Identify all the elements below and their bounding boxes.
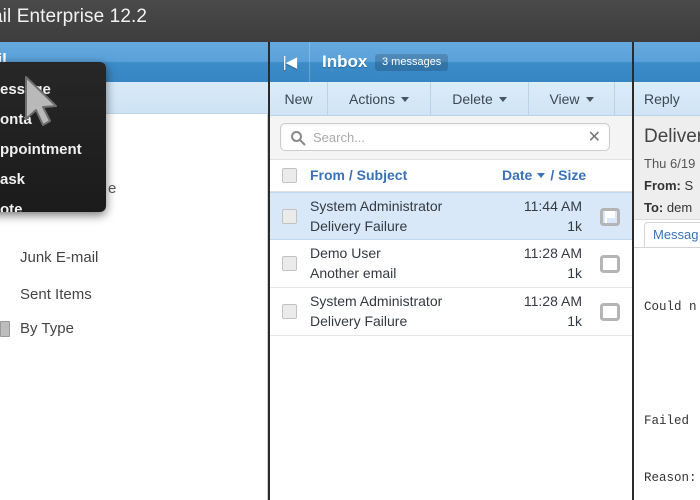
new-button[interactable]: New: [270, 82, 328, 116]
view-button[interactable]: View: [529, 82, 615, 116]
message-time: 11:28 AM: [523, 245, 582, 261]
view-grouping-icon: [0, 321, 10, 337]
page-title: Inbox: [322, 52, 368, 71]
search-input[interactable]: Search... ✕: [280, 123, 610, 151]
reading-pane: Reply Deliver Thu 6/19 From: S To: dem M…: [632, 42, 700, 500]
column-header-date-size[interactable]: Date / Size: [502, 167, 586, 183]
table-row[interactable]: Demo User Another email 11:28 AM 1k: [270, 240, 632, 288]
body-line: [644, 355, 700, 374]
column-header-size-label: / Size: [550, 167, 587, 183]
search-placeholder: Search...: [313, 130, 366, 145]
actions-button[interactable]: Actions: [328, 82, 431, 116]
message-list-toolbar: New Actions Delete View: [270, 82, 632, 116]
message-sender: Demo User: [310, 245, 381, 261]
message-to-line: To: dem: [644, 200, 692, 215]
message-list-header: |◀ Inbox 3 messages: [270, 42, 632, 82]
to-label: To:: [644, 200, 664, 215]
body-line: Reason:: [644, 471, 697, 485]
delete-button-label: Delete: [452, 91, 493, 107]
chevron-down-icon: [585, 96, 594, 102]
message-time: 11:28 AM: [523, 293, 582, 309]
view-button-label: View: [549, 91, 580, 107]
new-item-dropdown-menu[interactable]: essage onta ppointment ask ote: [0, 62, 106, 212]
clear-search-icon[interactable]: ✕: [588, 128, 601, 148]
sidebar-item-junk-email[interactable]: Junk E-mail: [20, 249, 98, 266]
collapse-left-icon: |◀: [282, 54, 297, 71]
message-size: 1k: [567, 313, 582, 329]
message-list: System Administrator Delivery Failure 11…: [270, 192, 632, 500]
table-row[interactable]: System Administrator Delivery Failure 11…: [270, 288, 632, 336]
row-checkbox[interactable]: [282, 304, 297, 319]
message-subject-heading: Deliver: [644, 126, 700, 147]
reading-pane-tabbar: Messag: [634, 220, 700, 248]
application-window: ail Enterprise 12.2 ail e Junk E-mail Se…: [0, 0, 700, 500]
body-line: Could n: [644, 300, 697, 314]
delete-button[interactable]: Delete: [431, 82, 529, 116]
from-label: From:: [644, 178, 681, 193]
chevron-down-icon: [400, 96, 409, 102]
message-sender: System Administrator: [310, 198, 443, 214]
menu-item-task[interactable]: ask: [0, 171, 25, 188]
flag-icon[interactable]: [600, 302, 620, 322]
message-header-block: Deliver Thu 6/19 From: S To: dem: [634, 116, 700, 220]
message-subject: Another email: [310, 265, 397, 281]
row-checkbox[interactable]: [282, 256, 297, 271]
message-size: 1k: [567, 265, 582, 281]
collapse-sidebar-button[interactable]: |◀: [270, 42, 310, 82]
sort-descending-icon: [537, 172, 546, 178]
message-sender: System Administrator: [310, 293, 443, 309]
flag-icon[interactable]: [600, 254, 620, 274]
select-all-checkbox[interactable]: [282, 168, 297, 183]
sidebar-item-by-type[interactable]: By Type: [20, 320, 74, 337]
body-line: Failed: [644, 414, 697, 428]
message-subject: Delivery Failure: [310, 313, 408, 329]
tab-message[interactable]: Messag: [644, 222, 700, 247]
column-header-date-label: Date: [502, 167, 533, 183]
window-title: ail Enterprise 12.2: [0, 6, 148, 27]
message-size: 1k: [567, 218, 582, 234]
new-button-label: New: [284, 91, 313, 107]
column-header-from-subject[interactable]: From / Subject: [310, 167, 407, 183]
title-bar: ail Enterprise 12.2: [0, 0, 700, 42]
message-date: Thu 6/19: [644, 156, 696, 171]
table-row[interactable]: System Administrator Delivery Failure 11…: [270, 192, 632, 240]
reading-pane-header: [634, 42, 700, 82]
message-from-line: From: S: [644, 178, 693, 193]
actions-button-label: Actions: [349, 91, 395, 107]
reply-button[interactable]: Reply: [644, 82, 680, 116]
flag-icon[interactable]: [600, 207, 620, 227]
menu-item-note[interactable]: ote: [0, 201, 23, 212]
reading-pane-toolbar: Reply: [634, 82, 700, 116]
message-list-pane: |◀ Inbox 3 messages New Actions Delete V…: [268, 42, 632, 500]
row-checkbox[interactable]: [282, 209, 297, 224]
menu-item-contact[interactable]: onta: [0, 111, 32, 128]
message-list-column-headers: From / Subject Date / Size: [270, 160, 632, 192]
menu-item-appointment[interactable]: ppointment: [0, 141, 82, 158]
chevron-down-icon: [498, 96, 507, 102]
to-value: dem: [666, 200, 693, 215]
search-icon: [290, 130, 306, 146]
message-time: 11:44 AM: [523, 198, 582, 214]
message-body: Could n Failed Reason: (joan@y -- T Rece…: [634, 248, 700, 500]
search-area: Search... ✕: [270, 116, 632, 160]
message-count-badge: 3 messages: [375, 54, 449, 71]
message-subject: Delivery Failure: [310, 218, 408, 234]
menu-item-message[interactable]: essage: [0, 81, 51, 98]
folder-label-fragment: e: [108, 180, 117, 197]
sidebar-item-sent-items[interactable]: Sent Items: [20, 286, 92, 303]
from-value: S: [684, 178, 694, 193]
